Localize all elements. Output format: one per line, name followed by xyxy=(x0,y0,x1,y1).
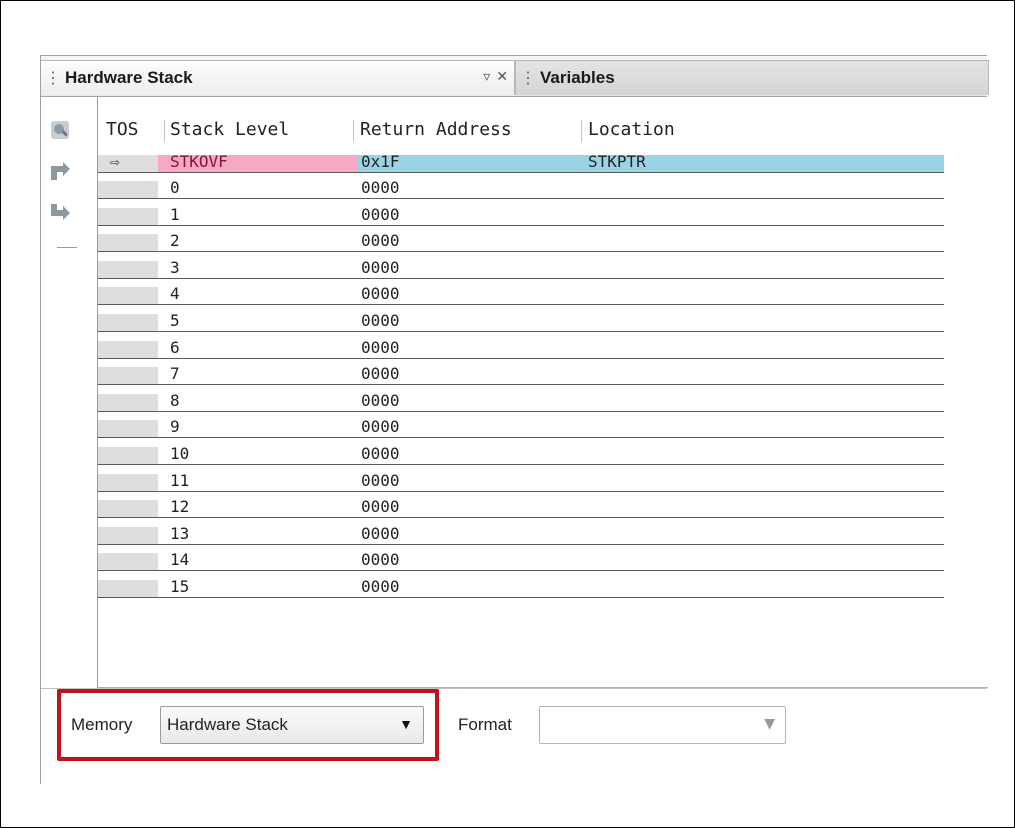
return-address-cell: 0000 xyxy=(361,337,400,357)
tab-label: Hardware Stack xyxy=(65,68,193,87)
table-row[interactable]: 14 0000 xyxy=(98,550,944,572)
stack-level-cell: 15 xyxy=(170,577,190,596)
tab-hardware-stack[interactable]: ⋮ Hardware Stack ▿ ✕ xyxy=(41,60,515,95)
toolbar-separator xyxy=(57,247,77,248)
tos-cell xyxy=(98,473,158,491)
stack-level-cell: 12 xyxy=(170,497,190,517)
table-row[interactable]: 3 0000 xyxy=(98,257,944,279)
side-toolbar xyxy=(41,97,97,687)
watch-icon[interactable] xyxy=(49,119,71,141)
return-address-cell: 0000 xyxy=(361,577,400,596)
table-row[interactable]: 10 0000 xyxy=(98,444,944,465)
stack-level-cell: 5 xyxy=(170,311,180,330)
table-row[interactable]: 12 0000 xyxy=(98,497,944,519)
stack-level-cell: 1 xyxy=(170,204,180,224)
table-row[interactable]: 1 0000 xyxy=(98,204,944,226)
location-cell: STKPTR xyxy=(588,152,646,171)
tos-cell xyxy=(98,393,158,411)
tos-cell xyxy=(98,260,158,278)
table-row[interactable]: 8 0000 xyxy=(98,390,944,412)
return-address-cell: 0000 xyxy=(361,311,400,330)
stack-table: TOS Stack Level Return Address Location … xyxy=(97,97,988,688)
tos-cell xyxy=(98,340,158,358)
table-row[interactable]: 5 0000 xyxy=(98,311,944,332)
tos-cell xyxy=(98,420,158,438)
tos-cell xyxy=(98,580,158,597)
format-dropdown[interactable]: ▼ xyxy=(539,706,786,744)
chevron-down-icon: ▼ xyxy=(764,716,775,732)
return-address-cell: 0000 xyxy=(361,470,400,490)
format-label: Format xyxy=(458,715,512,734)
stack-level-cell: 9 xyxy=(170,417,180,437)
stack-level-cell: 6 xyxy=(170,337,180,357)
return-address-cell: 0000 xyxy=(361,550,400,570)
return-address-cell: 0000 xyxy=(361,390,400,410)
tos-cell xyxy=(98,447,158,464)
tos-cell xyxy=(98,500,158,518)
tab-label: Variables xyxy=(540,68,615,87)
minimize-icon[interactable]: ▿ xyxy=(483,68,490,85)
table-row-selected[interactable]: ⇨ STKOVF 0x1F STKPTR xyxy=(98,152,944,173)
tos-cell xyxy=(98,181,158,198)
step-out-icon[interactable] xyxy=(49,200,71,222)
highlight-annotation xyxy=(57,689,439,761)
column-header-location[interactable]: Location xyxy=(588,119,675,140)
stack-level-cell: 13 xyxy=(170,523,190,543)
table-row[interactable]: 4 0000 xyxy=(98,284,944,306)
stack-level-cell: 3 xyxy=(170,257,180,277)
table-row[interactable]: 0 0000 xyxy=(98,178,944,199)
stack-level-cell: 0 xyxy=(170,178,180,197)
column-header-return-address[interactable]: Return Address xyxy=(360,119,512,140)
tos-cell xyxy=(98,314,158,331)
table-row[interactable]: 9 0000 xyxy=(98,417,944,439)
column-divider xyxy=(164,120,165,142)
column-divider xyxy=(581,120,582,142)
column-header-tos[interactable]: TOS xyxy=(106,119,139,140)
tos-cell xyxy=(98,234,158,252)
return-address-cell: 0000 xyxy=(361,417,400,437)
table-row[interactable]: 15 0000 xyxy=(98,577,944,598)
return-address-cell: 0000 xyxy=(361,204,400,224)
stack-level-cell: 14 xyxy=(170,550,190,570)
tos-arrow-icon: ⇨ xyxy=(110,152,120,171)
table-row[interactable]: 7 0000 xyxy=(98,364,944,386)
table-row[interactable]: 2 0000 xyxy=(98,231,944,253)
grip-icon: ⋮ xyxy=(520,70,536,87)
stack-level-cell: 2 xyxy=(170,231,180,251)
tos-cell xyxy=(98,207,158,225)
hardware-stack-window: ⋮ Hardware Stack ▿ ✕ ⋮ Variables TOS Sta… xyxy=(40,55,989,784)
table-header: TOS Stack Level Return Address Location xyxy=(98,116,944,146)
return-address-cell: 0000 xyxy=(361,523,400,543)
grip-icon: ⋮ xyxy=(45,70,61,87)
return-address-cell: 0000 xyxy=(361,364,400,384)
stack-level-cell: 7 xyxy=(170,364,180,384)
stack-level-cell: 11 xyxy=(170,470,190,490)
tos-cell xyxy=(98,287,158,305)
table-row[interactable]: 11 0000 xyxy=(98,470,944,492)
tab-bar: ⋮ Hardware Stack ▿ ✕ ⋮ Variables xyxy=(41,56,989,97)
return-address-cell: 0000 xyxy=(361,257,400,277)
tos-cell xyxy=(98,367,158,385)
return-address-cell: 0000 xyxy=(361,497,400,517)
stack-level-cell: STKOVF xyxy=(170,152,228,171)
column-divider xyxy=(353,120,354,142)
stack-level-cell: 4 xyxy=(170,284,180,304)
tos-cell xyxy=(98,526,158,544)
tab-variables[interactable]: ⋮ Variables xyxy=(515,60,989,95)
stack-level-cell: 10 xyxy=(170,444,190,463)
table-row[interactable]: 13 0000 xyxy=(98,523,944,545)
return-address-cell: 0000 xyxy=(361,231,400,251)
return-address-cell: 0000 xyxy=(361,284,400,304)
return-address-cell: 0000 xyxy=(361,178,400,197)
stack-level-cell: 8 xyxy=(170,390,180,410)
tos-cell xyxy=(98,553,158,571)
return-address-cell: 0x1F xyxy=(361,152,400,171)
return-address-cell: 0000 xyxy=(361,444,400,463)
column-header-stack-level[interactable]: Stack Level xyxy=(170,119,289,140)
close-icon[interactable]: ✕ xyxy=(496,68,508,85)
table-row[interactable]: 6 0000 xyxy=(98,337,944,359)
step-into-icon[interactable] xyxy=(49,160,71,182)
